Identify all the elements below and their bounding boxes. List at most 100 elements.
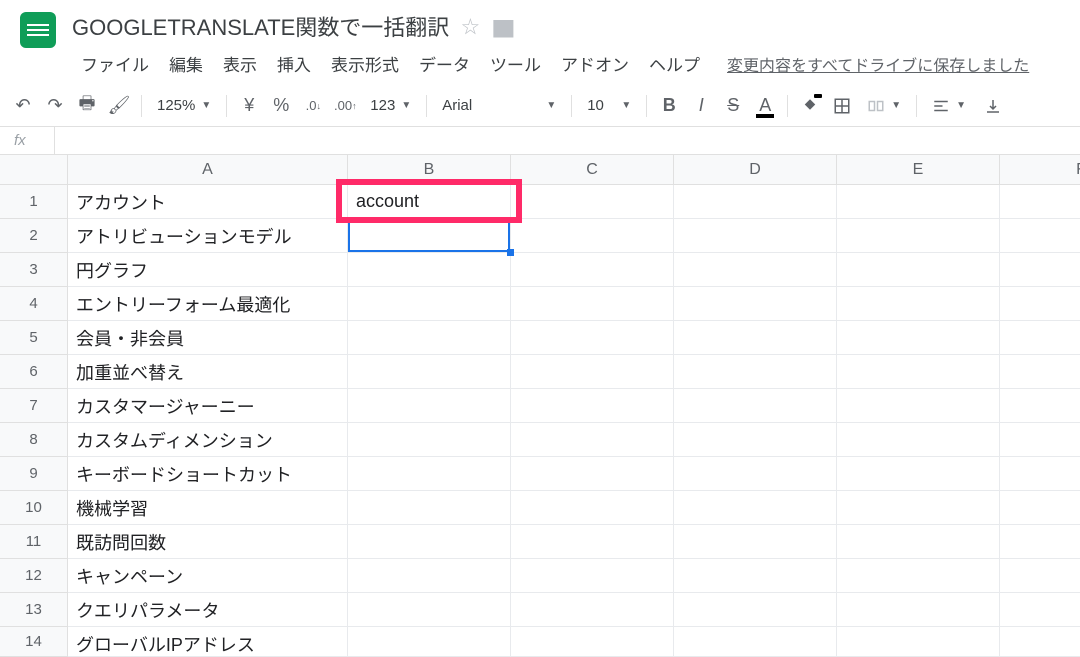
menu-help[interactable]: ヘルプ <box>640 48 709 79</box>
cell[interactable] <box>1000 423 1080 457</box>
star-icon[interactable]: ☆ <box>461 13 479 39</box>
cell[interactable] <box>348 321 511 355</box>
cell[interactable] <box>511 321 674 355</box>
formula-input[interactable] <box>55 127 1080 154</box>
redo-button[interactable]: ↷ <box>40 91 70 121</box>
row-header[interactable]: 9 <box>0 457 68 491</box>
cell[interactable] <box>511 423 674 457</box>
cell[interactable] <box>837 559 1000 593</box>
cell[interactable] <box>837 219 1000 253</box>
vertical-align-dropdown[interactable] <box>976 97 1010 115</box>
cell[interactable] <box>511 491 674 525</box>
cell[interactable] <box>837 253 1000 287</box>
cell[interactable] <box>511 627 674 657</box>
column-header[interactable]: E <box>837 155 1000 185</box>
row-header[interactable]: 12 <box>0 559 68 593</box>
cell[interactable] <box>348 593 511 627</box>
menu-tools[interactable]: ツール <box>481 48 550 79</box>
cell[interactable]: 円グラフ <box>68 253 348 287</box>
cell[interactable] <box>837 389 1000 423</box>
menu-view[interactable]: 表示 <box>214 48 266 79</box>
cell[interactable] <box>674 219 837 253</box>
zoom-dropdown[interactable]: 125% ▼ <box>149 97 219 114</box>
cell[interactable] <box>1000 355 1080 389</box>
cell[interactable] <box>674 287 837 321</box>
cell[interactable]: アカウント <box>68 185 348 219</box>
cell[interactable] <box>674 627 837 657</box>
strikethrough-button[interactable]: S <box>718 91 748 121</box>
cell[interactable] <box>674 491 837 525</box>
cell[interactable] <box>837 287 1000 321</box>
row-header[interactable]: 8 <box>0 423 68 457</box>
cell[interactable] <box>1000 559 1080 593</box>
cell[interactable] <box>1000 627 1080 657</box>
row-header[interactable]: 13 <box>0 593 68 627</box>
cell[interactable]: キーボードショートカット <box>68 457 348 491</box>
font-dropdown[interactable]: Arial ▼ <box>434 97 564 114</box>
cell[interactable] <box>348 253 511 287</box>
column-header[interactable]: D <box>674 155 837 185</box>
column-header[interactable]: A <box>68 155 348 185</box>
cell[interactable] <box>1000 185 1080 219</box>
cell[interactable] <box>511 559 674 593</box>
currency-button[interactable]: ¥ <box>234 91 264 121</box>
menu-insert[interactable]: 挿入 <box>268 48 320 79</box>
cell[interactable] <box>674 355 837 389</box>
cell[interactable] <box>1000 253 1080 287</box>
cell[interactable] <box>674 185 837 219</box>
cell[interactable]: キャンペーン <box>68 559 348 593</box>
menu-file[interactable]: ファイル <box>72 48 158 79</box>
undo-button[interactable]: ↶ <box>8 91 38 121</box>
cell[interactable]: 会員・非会員 <box>68 321 348 355</box>
selection-handle[interactable] <box>507 249 514 256</box>
cell[interactable]: 機械学習 <box>68 491 348 525</box>
cell[interactable] <box>511 253 674 287</box>
cell[interactable] <box>348 627 511 657</box>
cell[interactable] <box>674 457 837 491</box>
cell[interactable] <box>674 253 837 287</box>
cell[interactable] <box>837 185 1000 219</box>
row-header[interactable]: 5 <box>0 321 68 355</box>
cell[interactable] <box>837 423 1000 457</box>
cell[interactable]: カスタマージャーニー <box>68 389 348 423</box>
cell[interactable] <box>348 423 511 457</box>
cell[interactable] <box>674 321 837 355</box>
column-header[interactable]: F <box>1000 155 1080 185</box>
menu-data[interactable]: データ <box>410 48 479 79</box>
cell[interactable]: アトリビューションモデル <box>68 219 348 253</box>
cell[interactable] <box>674 423 837 457</box>
cell[interactable] <box>511 185 674 219</box>
cell[interactable]: カスタムディメンション <box>68 423 348 457</box>
cell[interactable] <box>348 219 511 253</box>
menu-edit[interactable]: 編集 <box>160 48 212 79</box>
row-header[interactable]: 6 <box>0 355 68 389</box>
font-size-dropdown[interactable]: 10 ▼ <box>579 97 639 114</box>
cell[interactable] <box>1000 593 1080 627</box>
menu-format[interactable]: 表示形式 <box>322 48 408 79</box>
cell[interactable] <box>511 525 674 559</box>
select-all-corner[interactable] <box>0 155 68 185</box>
row-header[interactable]: 4 <box>0 287 68 321</box>
increase-decimal-button[interactable]: .00↑ <box>330 91 360 121</box>
text-color-button[interactable]: A <box>750 91 780 121</box>
cell[interactable] <box>511 287 674 321</box>
cell[interactable] <box>837 525 1000 559</box>
row-header[interactable]: 7 <box>0 389 68 423</box>
cell[interactable] <box>511 389 674 423</box>
cell[interactable] <box>837 355 1000 389</box>
cell[interactable] <box>674 389 837 423</box>
row-header[interactable]: 2 <box>0 219 68 253</box>
horizontal-align-dropdown[interactable]: ▼ <box>924 97 974 115</box>
cell[interactable] <box>1000 219 1080 253</box>
cell[interactable] <box>511 593 674 627</box>
row-header[interactable]: 1 <box>0 185 68 219</box>
borders-button[interactable] <box>827 91 857 121</box>
cell[interactable]: 加重並べ替え <box>68 355 348 389</box>
column-header[interactable]: C <box>511 155 674 185</box>
cell[interactable] <box>348 355 511 389</box>
cell[interactable] <box>511 219 674 253</box>
cell[interactable] <box>837 593 1000 627</box>
paint-format-button[interactable]: 🖌 <box>104 91 134 121</box>
number-format-dropdown[interactable]: 123 ▼ <box>362 97 419 114</box>
cell[interactable]: グローバルIPアドレス <box>68 627 348 657</box>
